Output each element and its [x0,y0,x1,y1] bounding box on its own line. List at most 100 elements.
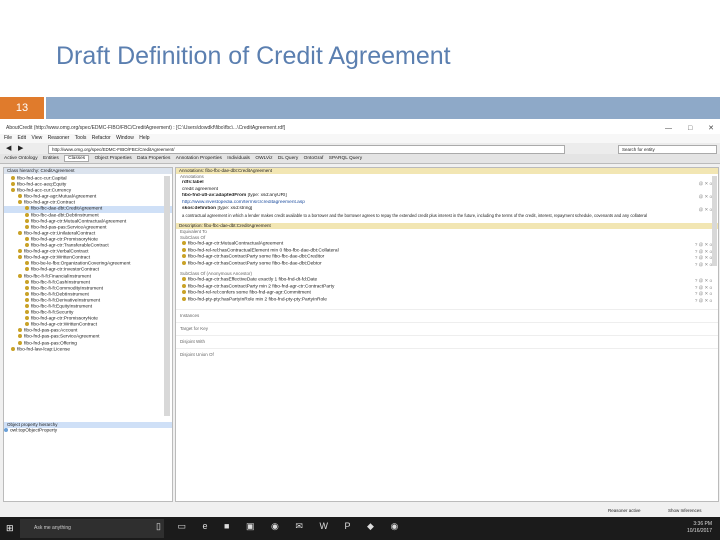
file-explorer-icon[interactable]: ■ [224,521,229,531]
tree-item-label: fibo-fnd-pas-pas:ServiceAgreement [24,334,100,340]
disjoint-with-label: Disjoint With [176,335,718,348]
search-input[interactable]: Search for entity [618,145,717,154]
tab-active-ontology[interactable]: Active Ontology [4,156,38,161]
tree-item-label: fibo-fnd-agr-ctr:UnilateralContract [24,231,96,237]
tree-item-label: fibo-fnd-agr-ctr:VerbalContract [24,249,89,255]
tree-item-label: fibo-fnd-agr-ctr:WrittenContract [31,322,98,328]
windows-start-icon[interactable]: ⊞ [6,523,14,534]
class-icon [182,290,186,294]
tab-individuals[interactable]: Individuals [227,156,250,161]
menu-window[interactable]: Window [116,135,134,141]
class-icon [25,291,29,296]
instances-label: Instances [176,309,718,322]
tab-classes[interactable]: Classes [64,155,90,162]
tree-item-label: fibo-fnd-agr-ctr:PromissoryNote [31,316,98,322]
class-icon [25,285,29,290]
menu-tools[interactable]: Tools [75,135,87,141]
maximize-icon[interactable]: □ [688,125,692,132]
class-icon [11,182,15,187]
class-icon [25,303,29,308]
tab-entities[interactable]: Entities [43,156,59,161]
menu-file[interactable]: File [4,135,12,141]
class-icon [25,212,29,217]
tree-item-label: fibo-fnd-acc-aeq:Equity [17,182,67,188]
class-icon [25,279,29,284]
menu-reasoner[interactable]: Reasoner [48,135,70,141]
protege-app-icon[interactable]: ◆ [367,521,374,531]
tree-item-label: fibo-fnd-agr-ctr:WrittenContract [24,255,91,261]
class-icon [25,322,29,327]
back-icon[interactable]: ◀ [6,144,11,152]
class-icon [11,346,15,351]
tree-item-label: fibo-fnd-agr-ctr:InvestorContract [31,267,99,273]
class-icon [182,254,186,258]
app-icon[interactable]: ◉ [390,521,398,531]
close-icon[interactable]: ✕ [708,125,714,132]
menu-view[interactable]: View [31,135,42,141]
object-property-item[interactable]: owl:topObjectProperty [4,428,172,434]
axiom-text: fibo-fnd-agr-ctr:hasContractParty min 2 … [188,283,335,289]
class-details-panel: Annotations: fibo-fbc-dae-dbt:CreditAgre… [175,167,719,502]
word-icon[interactable]: W [319,521,328,531]
menu-bar: File Edit View Reasoner Tools Refactor W… [0,134,720,143]
target-for-key-label: Target for Key [176,322,718,335]
tree-item-label: fibo-fnd-agr-ctr:MutualContractualAgreem… [31,218,127,224]
tab-data-properties[interactable]: Data Properties [137,156,170,161]
details-scrollbar[interactable] [712,176,717,266]
axiom-text: fibo-fnd-agr-ctr:MutualContractualAgreem… [188,241,284,247]
tab-dl-query[interactable]: DL Query [278,156,298,161]
window-title: AboutCredit (http://www.omg.org/spec/EDM… [6,125,285,131]
forward-icon[interactable]: ▶ [18,144,23,152]
tab-ontograf[interactable]: OntoGraf [304,156,324,161]
axiom-text: fibo-fnd-rel-rel:hasContractualElement m… [188,247,339,253]
edit-icon[interactable]: ? @ ✕ o [695,262,712,268]
axiom-text: fibo-fnd-agr-ctr:hasContractParty some f… [188,260,322,266]
reasoner-status: Reasoner active [608,508,641,513]
clock-time: 3:36 PM [693,521,712,527]
tab-owlviz[interactable]: OWLViz [255,156,272,161]
show-inferences-checkbox[interactable]: Show Inferences [668,508,702,513]
axiom-row[interactable]: fibo-fnd-pty-pty:hasPartyInRole min 2 fi… [176,296,718,304]
menu-refactor[interactable]: Refactor [92,135,111,141]
annotation-definition-text: a contractual agreement in which a lende… [182,212,648,218]
taskbar-search-input[interactable]: Ask me anything [20,519,164,538]
class-icon [18,200,22,205]
class-icon [25,316,29,321]
tab-annotation-properties[interactable]: Annotation Properties [176,156,222,161]
slide-title: Draft Definition of Credit Agreement [56,42,451,70]
ontology-address-field[interactable]: http://www.omg.org/spec/EDMC-FIBO/FBC/Cr… [48,145,565,154]
edge-browser-icon[interactable]: e [203,521,208,531]
axiom-row[interactable]: fibo-fnd-agr-ctr:hasContractParty some f… [176,260,718,268]
class-hierarchy-panel: Class hierarchy: CreditAgreement fibo-fn… [3,167,173,502]
task-view-icon[interactable]: ▭ [177,521,186,531]
tab-sparql-query[interactable]: SPARQL Query [329,156,362,161]
tree-item-label: fibo-fbc-fi-fi:CommodityInstrument [31,285,103,291]
tab-bar: Active Ontology Entities Classes Object … [0,154,720,164]
menu-edit[interactable]: Edit [17,135,26,141]
menu-help[interactable]: Help [139,135,149,141]
class-icon [18,273,22,278]
class-icon [182,260,186,265]
tab-object-properties[interactable]: Object Properties [95,156,132,161]
store-icon[interactable]: ▣ [246,521,255,531]
edit-icon[interactable]: ? @ ✕ o [695,298,712,304]
class-icon [182,283,186,288]
tree-item-label: fibo-fbc-fi-fi:DerivativeInstrument [31,298,101,304]
class-icon [182,241,186,245]
class-icon [25,206,29,211]
class-icon [25,218,29,223]
chrome-icon[interactable]: ◉ [271,521,279,531]
taskbar-clock[interactable]: 3:36 PM 10/16/2017 [687,521,712,535]
class-icon [25,267,29,272]
minimize-icon[interactable]: — [665,125,672,132]
tree-item-label: fibo-fbc-fi-fi:Security [31,310,74,316]
tree-item-label: fibo-fnd-agr-agr:MutualAgreement [24,194,97,200]
tree-scrollbar[interactable] [164,176,170,416]
tree-item[interactable]: fibo-fnd-law-lcap:License [4,346,172,353]
microphone-icon[interactable]: ▯ [156,521,161,531]
class-icon [18,340,22,345]
powerpoint-icon[interactable]: P [344,521,350,531]
outlook-icon[interactable]: ✉ [295,521,303,531]
class-icon [11,188,15,193]
tree-item-label: fibo-fnd-agr-ctr:TransferableContract [31,243,109,249]
